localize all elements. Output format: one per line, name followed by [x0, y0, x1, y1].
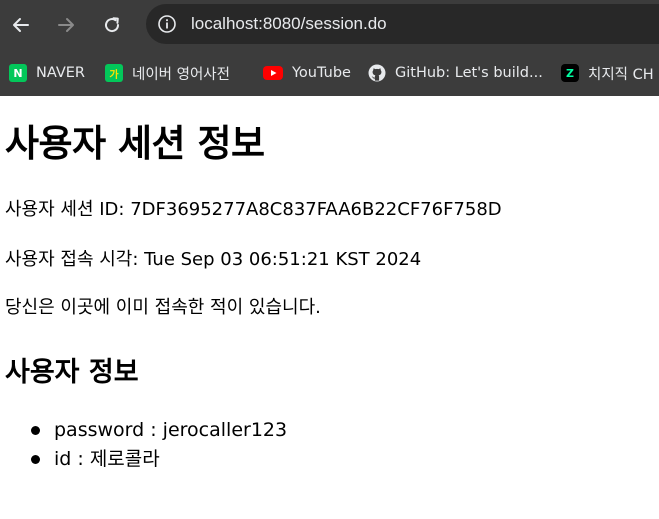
- forward-button[interactable]: [50, 9, 82, 41]
- list-item: password : jerocaller123: [0, 416, 287, 445]
- bookmark-youtube[interactable]: YouTube: [263, 62, 351, 84]
- site-info-icon[interactable]: [156, 13, 178, 35]
- bookmark-label: 네이버 영어사전: [132, 66, 230, 83]
- naver-dictionary-icon: 가: [105, 64, 123, 82]
- user-info-list: password : jerocaller123 id : 제로콜라: [0, 416, 287, 474]
- bookmark-label: GitHub: Let's build...: [395, 65, 543, 81]
- bookmark-github[interactable]: GitHub: Let's build...: [368, 62, 543, 84]
- arrow-right-icon: [58, 18, 74, 32]
- browser-toolbar: localhost:8080/session.do: [0, 0, 659, 50]
- access-time-text: 사용자 접속 시각: Tue Sep 03 06:51:21 KST 2024: [5, 249, 422, 270]
- arrow-left-icon: [13, 18, 29, 32]
- address-bar[interactable]: localhost:8080/session.do: [146, 4, 659, 44]
- page-title: 사용자 세션 정보: [5, 122, 265, 165]
- visited-message: 당신은 이곳에 이미 접속한 적이 있습니다.: [5, 297, 321, 318]
- reload-icon: [105, 17, 120, 33]
- bullet-icon: [31, 426, 40, 435]
- user-password-item: password : jerocaller123: [54, 419, 288, 441]
- bookmarks-bar: N NAVER 가 네이버 영어사전 YouTube GitHub: Let's…: [0, 50, 659, 96]
- github-icon: [368, 64, 386, 82]
- page-content: 사용자 세션 정보 사용자 세션 ID: 7DF3695277A8C837FAA…: [0, 96, 659, 519]
- user-info-heading: 사용자 정보: [5, 357, 139, 388]
- list-item: id : 제로콜라: [0, 445, 287, 474]
- youtube-icon: [263, 64, 283, 82]
- bookmark-label: YouTube: [292, 65, 351, 81]
- bookmark-chzzk[interactable]: Z 치지직 CH: [561, 62, 654, 84]
- reload-button[interactable]: [96, 9, 128, 41]
- back-button[interactable]: [5, 9, 37, 41]
- user-id-item: id : 제로콜라: [54, 448, 160, 470]
- browser-chrome: localhost:8080/session.do N NAVER 가 네이버 …: [0, 0, 659, 96]
- bookmark-label: NAVER: [36, 65, 85, 81]
- bookmark-label: 치지직 CH: [588, 66, 654, 83]
- bullet-icon: [31, 455, 40, 464]
- bookmark-naver[interactable]: N NAVER: [9, 62, 85, 84]
- bookmark-naver-dictionary[interactable]: 가 네이버 영어사전: [105, 62, 230, 84]
- session-id-text: 사용자 세션 ID: 7DF3695277A8C837FAA6B22CF76F7…: [5, 199, 502, 220]
- naver-icon: N: [9, 64, 27, 82]
- url-text[interactable]: localhost:8080/session.do: [191, 4, 387, 44]
- chzzk-icon: Z: [561, 64, 579, 82]
